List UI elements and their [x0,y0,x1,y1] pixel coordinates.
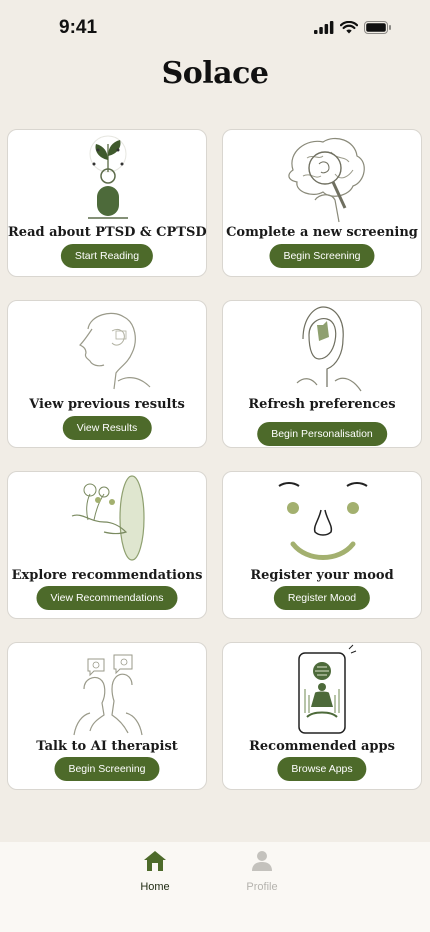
wifi-icon [340,21,358,34]
card-title: Refresh preferences [248,397,396,412]
head-figure-icon [296,306,362,392]
plant-meditation-icon [88,135,128,219]
view-results-button[interactable]: View Results [62,416,152,440]
talk-begin-screening-button[interactable]: Begin Screening [54,757,160,781]
card-title: Recommended apps [249,739,395,754]
begin-screening-button[interactable]: Begin Screening [269,244,375,268]
begin-personalisation-button[interactable]: Begin Personalisation [257,422,387,446]
card-title: Explore recommendations [11,568,203,583]
two-people-talking-icon [73,654,143,736]
person-icon [252,851,272,871]
status-bar: 9:41 [0,0,430,54]
register-mood-button[interactable]: Register Mood [273,586,371,610]
view-recommendations-button[interactable]: View Recommendations [36,586,178,610]
browse-apps-button[interactable]: Browse Apps [277,757,367,781]
card-title: Complete a new screening [226,225,418,240]
home-icon [144,851,166,871]
bottom-tab-bar: Home Profile [0,842,430,932]
hand-flowers-icon [71,475,145,561]
start-reading-button[interactable]: Start Reading [60,244,154,268]
tab-label-home: Home [140,881,170,893]
card-register-mood[interactable]: Register your mood Register Mood [222,471,422,619]
tab-home[interactable]: Home [115,850,195,893]
brain-magnifier-icon [288,137,365,223]
card-recommended-apps[interactable]: Recommended apps Browse Apps [222,642,422,790]
card-ai-therapist[interactable]: Talk to AI therapist Begin Screening [7,642,207,790]
smiley-face-icon [278,482,368,560]
tab-profile[interactable]: Profile [222,850,302,893]
card-explore-recommendations[interactable]: Explore recommendations View Recommendat… [7,471,207,619]
card-title: Register your mood [250,568,394,583]
battery-icon [364,21,391,34]
cellular-signal-icon [314,21,334,34]
status-time: 9:41 [59,17,98,38]
card-previous-results[interactable]: View previous results View Results [7,300,207,448]
card-read-ptsd[interactable]: Read about PTSD & CPTSD Start Reading [7,129,207,277]
card-refresh-preferences[interactable]: Refresh preferences Begin Personalisatio… [222,300,422,448]
card-title: Talk to AI therapist [36,739,178,754]
card-screening[interactable]: Complete a new screening Begin Screening [222,129,422,277]
face-profile-icon [78,312,151,390]
card-title: Read about PTSD & CPTSD [8,225,207,240]
tab-label-profile: Profile [246,881,278,893]
phone-meditation-icon [298,644,357,734]
app-title: Solace [161,56,269,91]
card-title: View previous results [29,397,185,412]
